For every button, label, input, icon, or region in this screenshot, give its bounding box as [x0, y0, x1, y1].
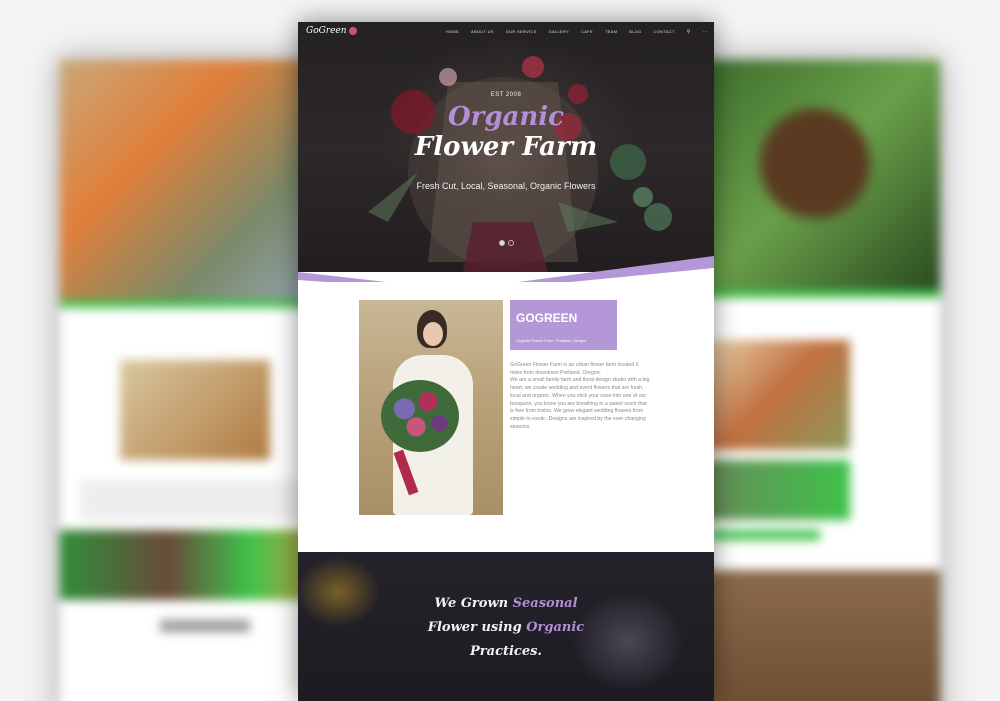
- about-paragraph-2: We are a small family farm and floral de…: [510, 377, 650, 430]
- about-section: GOGREEN Organic Flower Farm, Portland, O…: [298, 282, 714, 562]
- about-description: GoGreen Flower Farm is an urban flower f…: [510, 362, 650, 431]
- hero-title-line2: Flower Farm: [414, 132, 598, 162]
- about-title-box: GOGREEN Organic Flower Farm, Portland, O…: [510, 300, 617, 350]
- est-label: EST 2008: [490, 92, 522, 98]
- nav-item-cafe[interactable]: CAFE: [581, 29, 593, 35]
- nav-item-team[interactable]: TEAM: [605, 29, 617, 35]
- website-mockup: GoGreen HOME ABOUT US OUR SERVICE GALLER…: [298, 22, 714, 701]
- bride-bouquet-photo: [359, 300, 503, 515]
- nav-item-about-us[interactable]: ABOUT US: [471, 29, 494, 35]
- banner-line-2: Flower using Organic: [427, 620, 585, 635]
- showcase-stage: GoGreen HOME ABOUT US OUR SERVICE GALLER…: [0, 0, 1000, 701]
- nav-item-contact[interactable]: CONTACT: [654, 29, 675, 35]
- nav-item-blog[interactable]: BLOG: [629, 29, 641, 35]
- hero-tagline: Fresh Cut, Local, Seasonal, Organic Flow…: [416, 181, 596, 191]
- about-title: GOGREEN: [516, 311, 578, 325]
- main-menu: HOME ABOUT US OUR SERVICE GALLERY CAFE T…: [434, 29, 708, 35]
- slider-dot-active[interactable]: [499, 240, 505, 246]
- hero-title-line1: Organic: [448, 102, 564, 132]
- about-subtitle: Organic Flower Farm, Portland, Oregon: [516, 338, 587, 343]
- more-icon[interactable]: ⋯: [703, 29, 708, 35]
- left-preview-page: [60, 60, 330, 701]
- about-paragraph-1: GoGreen Flower Farm is an urban flower f…: [510, 362, 639, 376]
- banner-line-1: We Grown Seasonal: [434, 596, 578, 611]
- right-preview-page: [690, 60, 940, 701]
- nav-item-gallery[interactable]: GALLERY: [549, 29, 569, 35]
- banner-line-3: Practices.: [470, 644, 542, 659]
- search-icon[interactable]: ⚲: [687, 29, 691, 35]
- slider-dot[interactable]: [508, 240, 514, 246]
- flower-logo-icon: [348, 27, 357, 35]
- hero-section: GoGreen HOME ABOUT US OUR SERVICE GALLER…: [298, 22, 714, 272]
- site-logo[interactable]: GoGreen: [306, 26, 357, 36]
- banner-section: We Grown Seasonal Flower using Organic P…: [298, 552, 714, 701]
- slider-dots: [499, 240, 514, 246]
- nav-item-our-service[interactable]: OUR SERVICE: [506, 29, 537, 35]
- nav-item-home[interactable]: HOME: [446, 29, 459, 35]
- logo-text: GoGreen: [306, 26, 347, 36]
- top-navigation: GoGreen HOME ABOUT US OUR SERVICE GALLER…: [298, 22, 714, 42]
